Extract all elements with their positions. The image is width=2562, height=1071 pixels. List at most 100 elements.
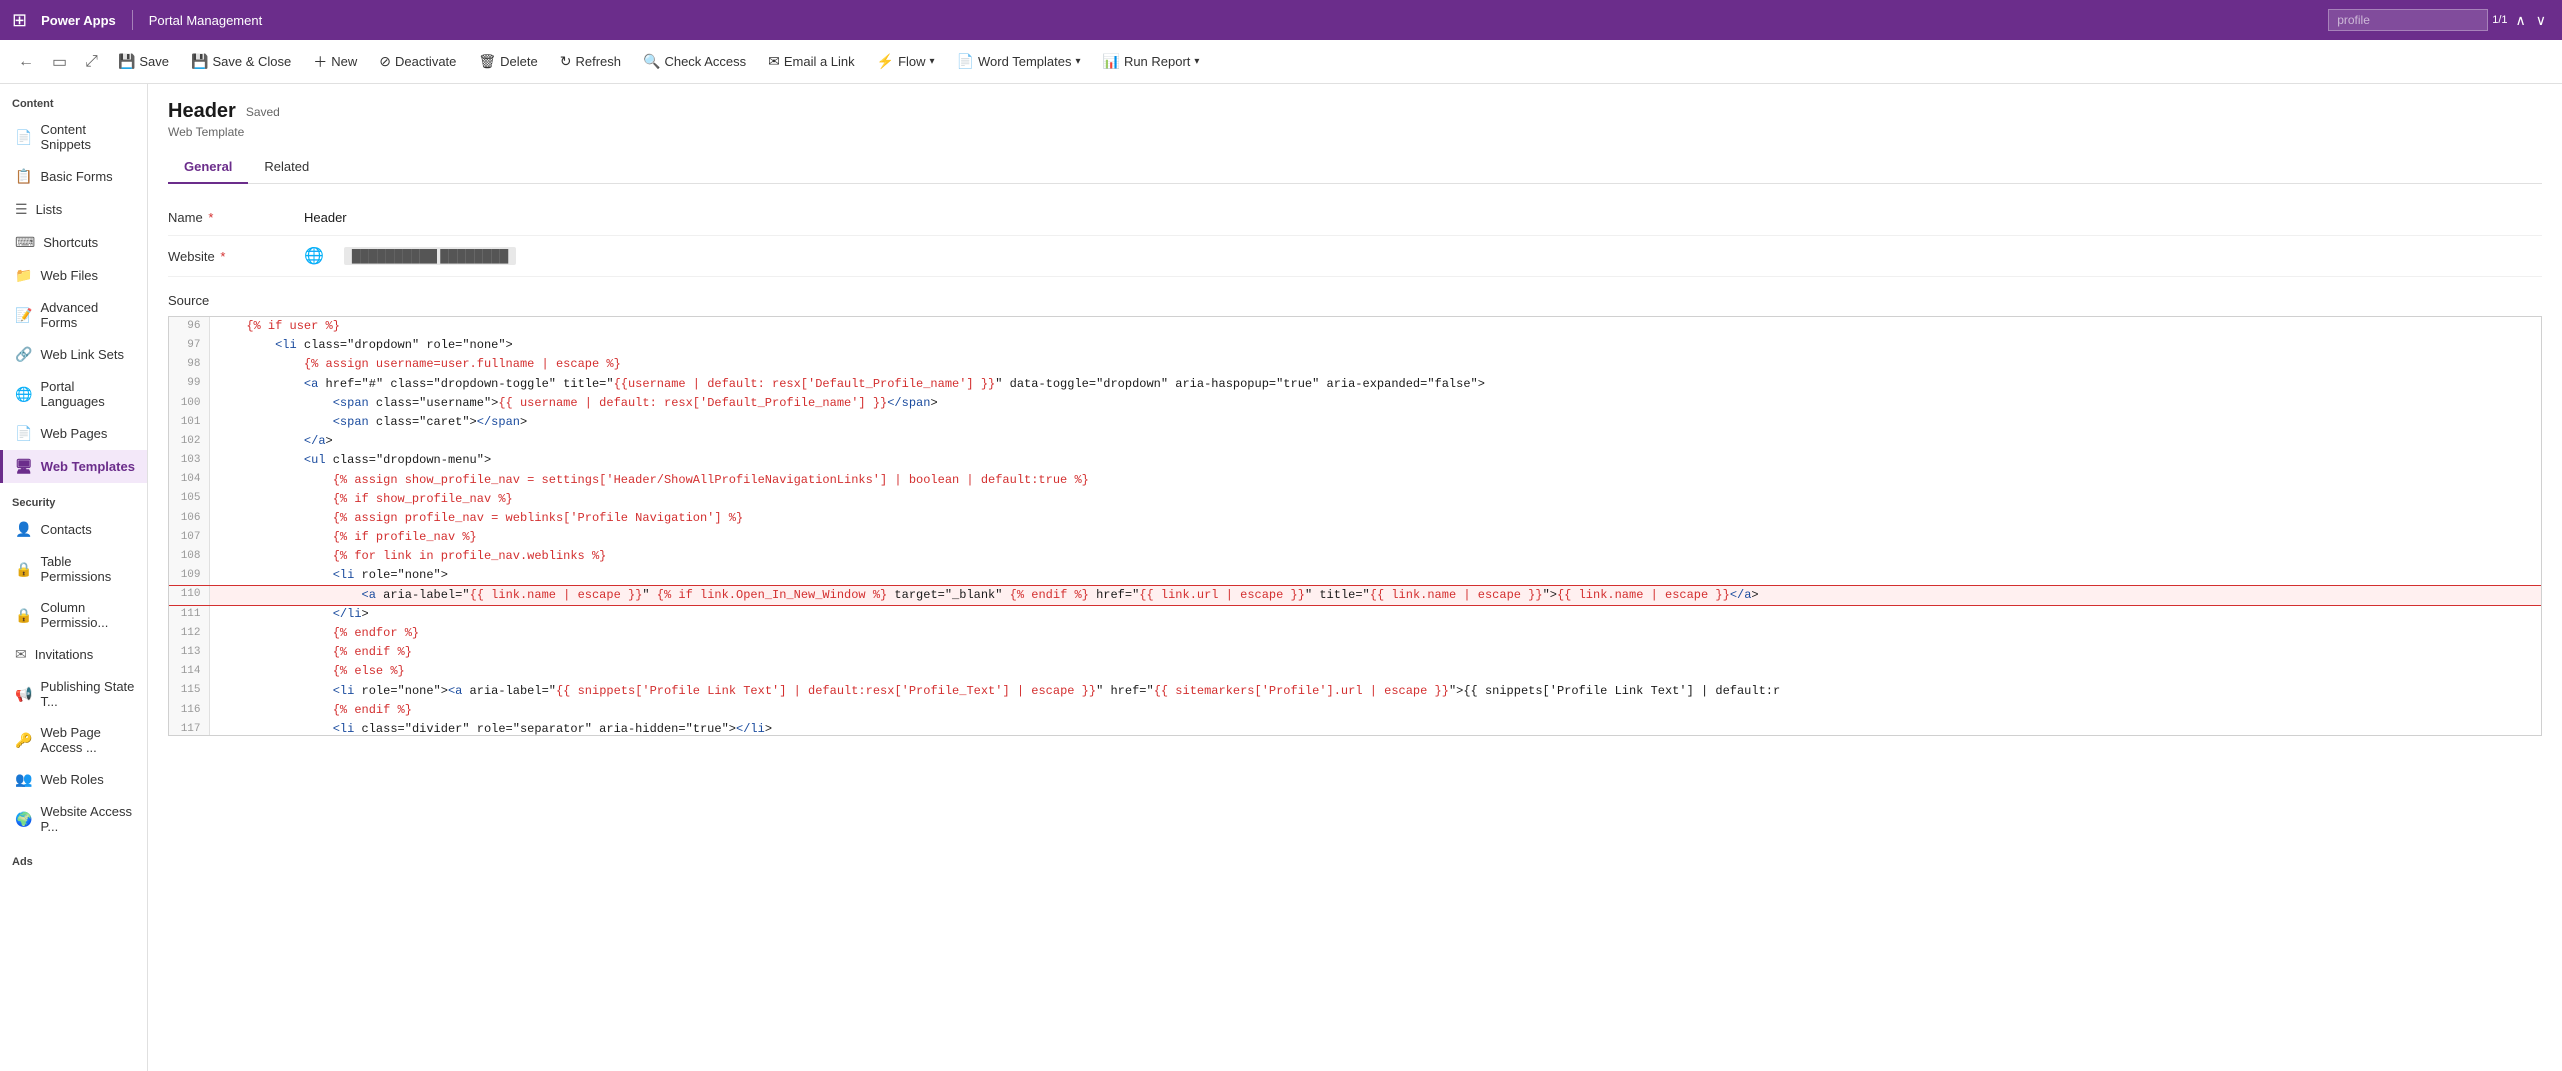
- line-number: 115: [169, 682, 209, 701]
- line-code[interactable]: <a aria-label="{{ link.name | escape }}"…: [209, 586, 2541, 605]
- line-code[interactable]: {% if show_profile_nav %}: [209, 490, 2541, 509]
- new-icon: ＋: [313, 52, 327, 72]
- column-permissions-icon: 🔒: [15, 607, 32, 624]
- run-report-icon: 📊: [1103, 53, 1120, 70]
- name-required: *: [208, 210, 213, 225]
- prev-match-button[interactable]: ∧: [2512, 12, 2530, 29]
- line-number: 97: [169, 336, 209, 355]
- sidebar-item-lists[interactable]: ☰ Lists: [0, 193, 147, 226]
- sidebar-item-shortcuts[interactable]: ⌨ Shortcuts: [0, 226, 147, 259]
- globe-icon: 🌐: [304, 246, 324, 266]
- line-code[interactable]: {% assign profile_nav = weblinks['Profil…: [209, 509, 2541, 528]
- sidebar-item-contacts[interactable]: 👤 Contacts: [0, 513, 147, 546]
- email-link-button[interactable]: ✉ Email a Link: [758, 47, 865, 76]
- sidebar-item-portal-languages[interactable]: 🌐 Portal Languages: [0, 371, 147, 417]
- line-code[interactable]: {% else %}: [209, 662, 2541, 681]
- line-code[interactable]: <ul class="dropdown-menu">: [209, 451, 2541, 470]
- line-code[interactable]: <li role="none">: [209, 566, 2541, 585]
- page-header: Header Saved Web Template General Relate…: [148, 84, 2562, 184]
- line-code[interactable]: {% endif %}: [209, 643, 2541, 662]
- sidebar-item-web-files[interactable]: 📁 Web Files: [0, 259, 147, 292]
- line-code[interactable]: <li class="divider" role="separator" ari…: [209, 720, 2541, 736]
- table-row: 115 <li role="none"><a aria-label="{{ sn…: [169, 682, 2541, 701]
- website-value[interactable]: ██████████ ████████: [344, 247, 516, 265]
- sidebar-item-web-link-sets[interactable]: 🔗 Web Link Sets: [0, 338, 147, 371]
- code-editor[interactable]: 96 {% if user %}97 <li class="dropdown" …: [168, 316, 2542, 736]
- save-button[interactable]: 💾 Save: [108, 47, 179, 76]
- sidebar-item-advanced-forms[interactable]: 📝 Advanced Forms: [0, 292, 147, 338]
- top-bar-divider: [132, 10, 133, 30]
- security-section-header: Security: [0, 483, 147, 513]
- sidebar-item-web-pages[interactable]: 📄 Web Pages: [0, 417, 147, 450]
- table-row: 111 </li>: [169, 605, 2541, 624]
- line-number: 98: [169, 355, 209, 374]
- sidebar-item-website-access[interactable]: 🌍 Website Access P...: [0, 796, 147, 842]
- deactivate-button[interactable]: ⊘ Deactivate: [369, 47, 466, 76]
- line-code[interactable]: <li class="dropdown" role="none">: [209, 336, 2541, 355]
- web-templates-icon: 🖥: [15, 458, 33, 475]
- tab-related[interactable]: Related: [248, 151, 325, 184]
- sidebar-item-label: Web Page Access ...: [40, 725, 135, 755]
- refresh-button[interactable]: ↻ Refresh: [550, 47, 631, 76]
- portal-languages-icon: 🌐: [15, 386, 32, 403]
- line-number: 107: [169, 528, 209, 547]
- content-section-header: Content: [0, 84, 147, 114]
- document-icon-button[interactable]: ▭: [44, 46, 75, 78]
- sidebar-item-web-templates[interactable]: 🖥 Web Templates: [0, 450, 147, 483]
- sidebar-item-column-permissions[interactable]: 🔒 Column Permissio...: [0, 592, 147, 638]
- ads-section-header: Ads: [0, 842, 147, 872]
- line-code[interactable]: <span class="caret"></span>: [209, 413, 2541, 432]
- line-number: 102: [169, 432, 209, 451]
- flow-button[interactable]: ⚡ Flow ▾: [867, 47, 945, 76]
- line-code[interactable]: </li>: [209, 605, 2541, 624]
- line-code[interactable]: {% assign username=user.fullname | escap…: [209, 355, 2541, 374]
- run-report-button[interactable]: 📊 Run Report ▾: [1093, 47, 1210, 76]
- line-code[interactable]: {% if user %}: [209, 317, 2541, 336]
- delete-button[interactable]: 🗑 Delete: [468, 47, 547, 76]
- sidebar-item-publishing-state[interactable]: 📢 Publishing State T...: [0, 671, 147, 717]
- line-number: 100: [169, 394, 209, 413]
- tab-general[interactable]: General: [168, 151, 248, 184]
- sidebar-item-invitations[interactable]: ✉ Invitations: [0, 638, 147, 671]
- sidebar-item-table-permissions[interactable]: 🔒 Table Permissions: [0, 546, 147, 592]
- table-row: 97 <li class="dropdown" role="none">: [169, 336, 2541, 355]
- line-number: 105: [169, 490, 209, 509]
- sidebar-item-web-roles[interactable]: 👥 Web Roles: [0, 763, 147, 796]
- line-code[interactable]: <span class="username">{{ username | def…: [209, 394, 2541, 413]
- line-code[interactable]: {% assign show_profile_nav = settings['H…: [209, 471, 2541, 490]
- line-number: 108: [169, 547, 209, 566]
- line-code[interactable]: <a href="#" class="dropdown-toggle" titl…: [209, 375, 2541, 394]
- line-code[interactable]: </a>: [209, 432, 2541, 451]
- sidebar-item-label: Invitations: [35, 647, 94, 662]
- line-code[interactable]: {% endfor %}: [209, 624, 2541, 643]
- save-close-button[interactable]: 💾 Save & Close: [181, 47, 301, 76]
- new-button[interactable]: ＋ New: [303, 46, 367, 78]
- line-code[interactable]: {% if profile_nav %}: [209, 528, 2541, 547]
- top-bar-search: 1/1 ∧ ∨: [2328, 9, 2550, 31]
- sidebar-item-content-snippets[interactable]: 📄 Content Snippets: [0, 114, 147, 160]
- line-code[interactable]: {% endif %}: [209, 701, 2541, 720]
- check-access-button[interactable]: 🔍 Check Access: [633, 47, 756, 76]
- sidebar-item-label: Column Permissio...: [40, 600, 135, 630]
- word-templates-button[interactable]: 📄 Word Templates ▾: [947, 47, 1091, 76]
- refresh-icon: ↻: [560, 53, 572, 70]
- name-value[interactable]: Header: [304, 210, 347, 225]
- sidebar-item-basic-forms[interactable]: 📋 Basic Forms: [0, 160, 147, 193]
- back-button[interactable]: ←: [10, 47, 42, 77]
- line-number: 116: [169, 701, 209, 720]
- next-match-button[interactable]: ∨: [2532, 12, 2550, 29]
- line-number: 111: [169, 605, 209, 624]
- save-icon: 💾: [118, 53, 135, 70]
- expand-icon-button[interactable]: ⤢: [77, 47, 106, 77]
- sidebar-item-label: Web Files: [40, 268, 98, 283]
- search-input[interactable]: [2328, 9, 2488, 31]
- waffle-icon[interactable]: ⊞: [12, 10, 27, 31]
- web-files-icon: 📁: [15, 267, 32, 284]
- line-code[interactable]: <li role="none"><a aria-label="{{ snippe…: [209, 682, 2541, 701]
- portal-name: Portal Management: [149, 13, 262, 28]
- web-link-sets-icon: 🔗: [15, 346, 32, 363]
- line-code[interactable]: {% for link in profile_nav.weblinks %}: [209, 547, 2541, 566]
- sidebar-item-web-page-access[interactable]: 🔑 Web Page Access ...: [0, 717, 147, 763]
- search-nav-buttons: ∧ ∨: [2512, 12, 2551, 29]
- sidebar-item-label: Website Access P...: [40, 804, 135, 834]
